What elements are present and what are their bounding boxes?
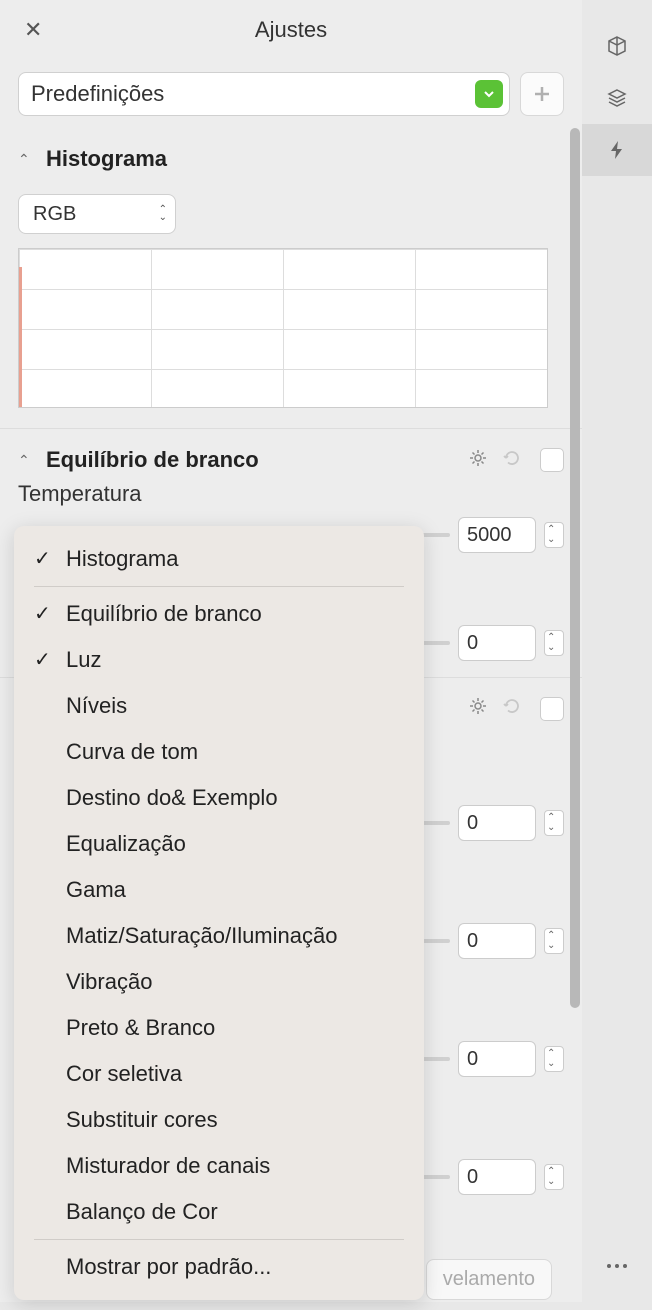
section-toggle[interactable] — [540, 697, 564, 721]
menu-item-label: Equilíbrio de branco — [66, 601, 262, 626]
menu-item[interactable]: Balanço de Cor — [14, 1189, 424, 1235]
chevron-up-icon: ⌃ — [18, 151, 36, 168]
menu-item[interactable]: Misturador de canais — [14, 1143, 424, 1189]
menu-item[interactable]: ✓ Histograma — [14, 536, 424, 582]
channel-select[interactable]: RGB ⌃⌄ — [18, 194, 176, 234]
menu-separator — [34, 586, 404, 587]
adjustments-panel: ✕ Ajustes Predefinições ⌃ Histograma RGB — [0, 0, 582, 1302]
more-icon[interactable] — [582, 1240, 652, 1292]
check-icon: ✓ — [34, 546, 51, 571]
menu-item[interactable]: Cor seletiva — [14, 1051, 424, 1097]
menu-item[interactable]: Níveis — [14, 683, 424, 729]
presets-dropdown[interactable]: Predefinições — [18, 72, 510, 116]
menu-item[interactable]: ✓ Equilíbrio de branco — [14, 591, 424, 637]
section-toggle[interactable] — [540, 448, 564, 472]
chevron-down-icon — [475, 80, 503, 108]
scrollbar[interactable] — [568, 128, 582, 1018]
menu-item-show-default[interactable]: Mostrar por padrão... — [14, 1244, 424, 1290]
menu-item-label: Equalização — [66, 831, 186, 856]
check-icon: ✓ — [34, 601, 51, 626]
section-title-white-balance: Equilíbrio de branco — [46, 447, 458, 473]
close-icon[interactable]: ✕ — [24, 17, 42, 43]
gear-icon[interactable] — [468, 448, 488, 473]
context-menu: ✓ Histograma ✓ Equilíbrio de branco ✓ Luz Níve… — [14, 526, 424, 1300]
menu-item-label: Luz — [66, 647, 101, 672]
cube-icon[interactable] — [582, 20, 652, 72]
gear-icon[interactable] — [468, 696, 488, 721]
channel-label: RGB — [33, 203, 76, 226]
section-histogram: ⌃ Histograma RGB ⌃⌄ — [0, 128, 582, 418]
value-input[interactable]: 0 — [458, 1159, 536, 1195]
menu-item-label: Matiz/Saturação/Iluminação — [66, 923, 337, 948]
value-stepper[interactable]: ⌃⌄ — [544, 928, 564, 954]
menu-item-label: Histograma — [66, 546, 178, 571]
menu-item[interactable]: Destino do& Exemplo — [14, 775, 424, 821]
histogram-display — [18, 248, 548, 408]
reset-icon[interactable] — [502, 448, 522, 473]
flash-icon[interactable] — [582, 124, 652, 176]
menu-item-label: Níveis — [66, 693, 127, 718]
panel-header: ✕ Ajustes — [0, 0, 582, 60]
menu-item-label: Misturador de canais — [66, 1153, 270, 1178]
stepper-icon: ⌃⌄ — [159, 206, 167, 222]
value-input[interactable]: 0 — [458, 923, 536, 959]
temperature-input[interactable]: 5000 — [458, 517, 536, 553]
menu-item[interactable]: ✓ Luz — [14, 637, 424, 683]
value-stepper[interactable]: ⌃⌄ — [544, 1164, 564, 1190]
menu-item-label: Vibração — [66, 969, 152, 994]
menu-item[interactable]: Vibração — [14, 959, 424, 1005]
presets-row: Predefinições — [0, 60, 582, 128]
menu-item-label: Cor seletiva — [66, 1061, 182, 1086]
section-header-histogram[interactable]: ⌃ Histograma — [18, 138, 564, 180]
presets-label: Predefinições — [31, 81, 164, 107]
menu-item[interactable]: Equalização — [14, 821, 424, 867]
check-icon: ✓ — [34, 647, 51, 672]
value-stepper[interactable]: ⌃⌄ — [544, 1046, 564, 1072]
value-input[interactable]: 0 — [458, 1041, 536, 1077]
menu-item-label: Destino do& Exemplo — [66, 785, 278, 810]
menu-item-label: Preto & Branco — [66, 1015, 215, 1040]
menu-item[interactable]: Substituir cores — [14, 1097, 424, 1143]
menu-item-label: Substituir cores — [66, 1107, 218, 1132]
menu-item[interactable]: Preto & Branco — [14, 1005, 424, 1051]
menu-item[interactable]: Matiz/Saturação/Iluminação — [14, 913, 424, 959]
value-stepper[interactable]: ⌃⌄ — [544, 810, 564, 836]
menu-item[interactable]: Gama — [14, 867, 424, 913]
menu-item-label: Balanço de Cor — [66, 1199, 218, 1224]
scrollbar-thumb[interactable] — [570, 128, 580, 1008]
menu-item-label: Curva de tom — [66, 739, 198, 764]
chevron-up-icon: ⌃ — [18, 452, 36, 469]
menu-item[interactable]: Curva de tom — [14, 729, 424, 775]
add-preset-button[interactable] — [520, 72, 564, 116]
section-header-white-balance[interactable]: ⌃ Equilíbrio de branco — [18, 439, 564, 481]
menu-item-label: Gama — [66, 877, 126, 902]
layers-icon[interactable] — [582, 72, 652, 124]
reset-icon[interactable] — [502, 696, 522, 721]
side-rail — [582, 0, 652, 1302]
section-title-histogram: Histograma — [46, 146, 564, 172]
temperature-label: Temperatura — [18, 481, 564, 507]
tint-stepper[interactable]: ⌃⌄ — [544, 630, 564, 656]
panel-title: Ajustes — [20, 17, 562, 43]
tint-input[interactable]: 0 — [458, 625, 536, 661]
temperature-stepper[interactable]: ⌃⌄ — [544, 522, 564, 548]
histogram-red-bar — [19, 267, 22, 407]
value-input[interactable]: 0 — [458, 805, 536, 841]
menu-separator — [34, 1239, 404, 1240]
bottom-partial-button[interactable]: velamento — [426, 1259, 552, 1300]
